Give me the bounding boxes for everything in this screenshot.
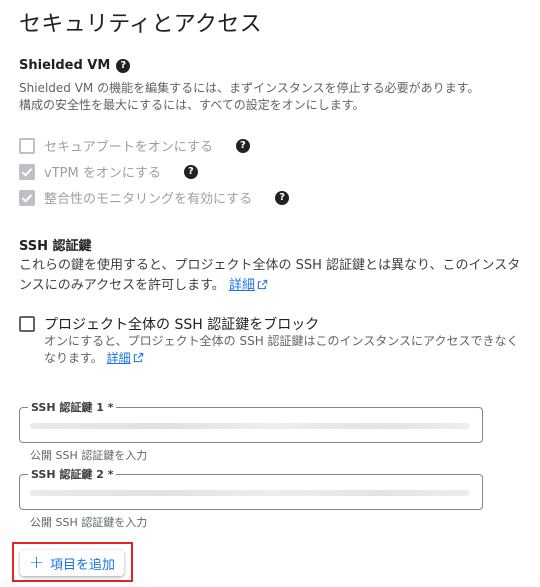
details-link[interactable]: 詳細	[229, 278, 255, 293]
plus-icon: +	[28, 552, 45, 573]
integrity-monitoring-label: 整合性のモニタリングを有効にする	[44, 192, 253, 207]
ssh-keys-heading: SSH 認証鍵	[19, 235, 92, 254]
ssh-key-1-label: SSH 認証鍵 1 *	[28, 399, 117, 415]
redacted-value	[30, 423, 470, 429]
help-icon[interactable]: ?	[183, 164, 198, 179]
vtpm-checkbox[interactable]	[19, 163, 35, 180]
help-icon[interactable]: ?	[235, 138, 250, 153]
secure-boot-checkbox[interactable]	[19, 137, 35, 154]
integrity-monitoring-checkbox[interactable]	[19, 189, 35, 206]
external-link-icon	[133, 352, 143, 363]
help-icon[interactable]: ?	[275, 190, 290, 205]
add-item-button[interactable]: + 項目を追加	[20, 550, 124, 576]
ssh-key-1-input[interactable]: SSH 認証鍵 1 *	[19, 399, 483, 443]
highlight-box: + 項目を追加	[12, 542, 133, 582]
help-icon[interactable]: ?	[116, 58, 131, 73]
shielded-vm-heading: Shielded VM ?	[19, 58, 131, 73]
shielded-vm-description: Shielded VM の機能を編集するには、まずインスタンスを停止する必要があ…	[19, 80, 524, 114]
block-project-keys-description: オンにすると、プロジェクト全体の SSH 認証鍵はこのインスタンスにアクセスでき…	[44, 333, 530, 367]
block-project-keys-label: プロジェクト全体の SSH 認証鍵をブロック	[44, 317, 320, 333]
external-link-icon	[257, 279, 268, 290]
check-icon	[21, 193, 33, 203]
ssh-keys-heading-text: SSH 認証鍵	[19, 239, 92, 254]
integrity-monitoring-option: 整合性のモニタリングを有効にする ?	[19, 188, 290, 207]
ssh-desc-text: これらの鍵を使用すると、プロジェクト全体の SSH 認証鍵とは異なり、このインス…	[19, 258, 521, 293]
vtpm-option: vTPM をオンにする ?	[19, 162, 198, 181]
ssh-key-2-input[interactable]: SSH 認証鍵 2 *	[19, 466, 483, 510]
redacted-value	[30, 490, 470, 496]
shielded-desc-line1: Shielded VM の機能を編集するには、まずインスタンスを停止する必要があ…	[19, 81, 480, 95]
ssh-key-2-hint: 公開 SSH 認証鍵を入力	[30, 516, 148, 529]
vtpm-label: vTPM をオンにする	[44, 166, 161, 181]
secure-boot-label: セキュアブートをオンにする	[44, 140, 213, 155]
check-icon	[21, 167, 33, 177]
ssh-key-2-label: SSH 認証鍵 2 *	[28, 466, 117, 482]
secure-boot-option: セキュアブートをオンにする ?	[19, 136, 250, 155]
shielded-desc-line2: 構成の安全性を最大にするには、すべての設定をオンにします。	[19, 98, 365, 112]
page-title: セキュリティとアクセス	[19, 12, 262, 37]
ssh-keys-description: これらの鍵を使用すると、プロジェクト全体の SSH 認証鍵とは異なり、このインス…	[19, 256, 524, 296]
block-project-keys-checkbox[interactable]	[19, 316, 35, 332]
block-project-keys-option: プロジェクト全体の SSH 認証鍵をブロック	[19, 314, 319, 334]
details-link[interactable]: 詳細	[107, 351, 131, 365]
add-item-label: 項目を追加	[50, 557, 116, 573]
shielded-vm-heading-text: Shielded VM	[19, 58, 111, 73]
ssh-key-1-hint: 公開 SSH 認証鍵を入力	[30, 449, 148, 462]
